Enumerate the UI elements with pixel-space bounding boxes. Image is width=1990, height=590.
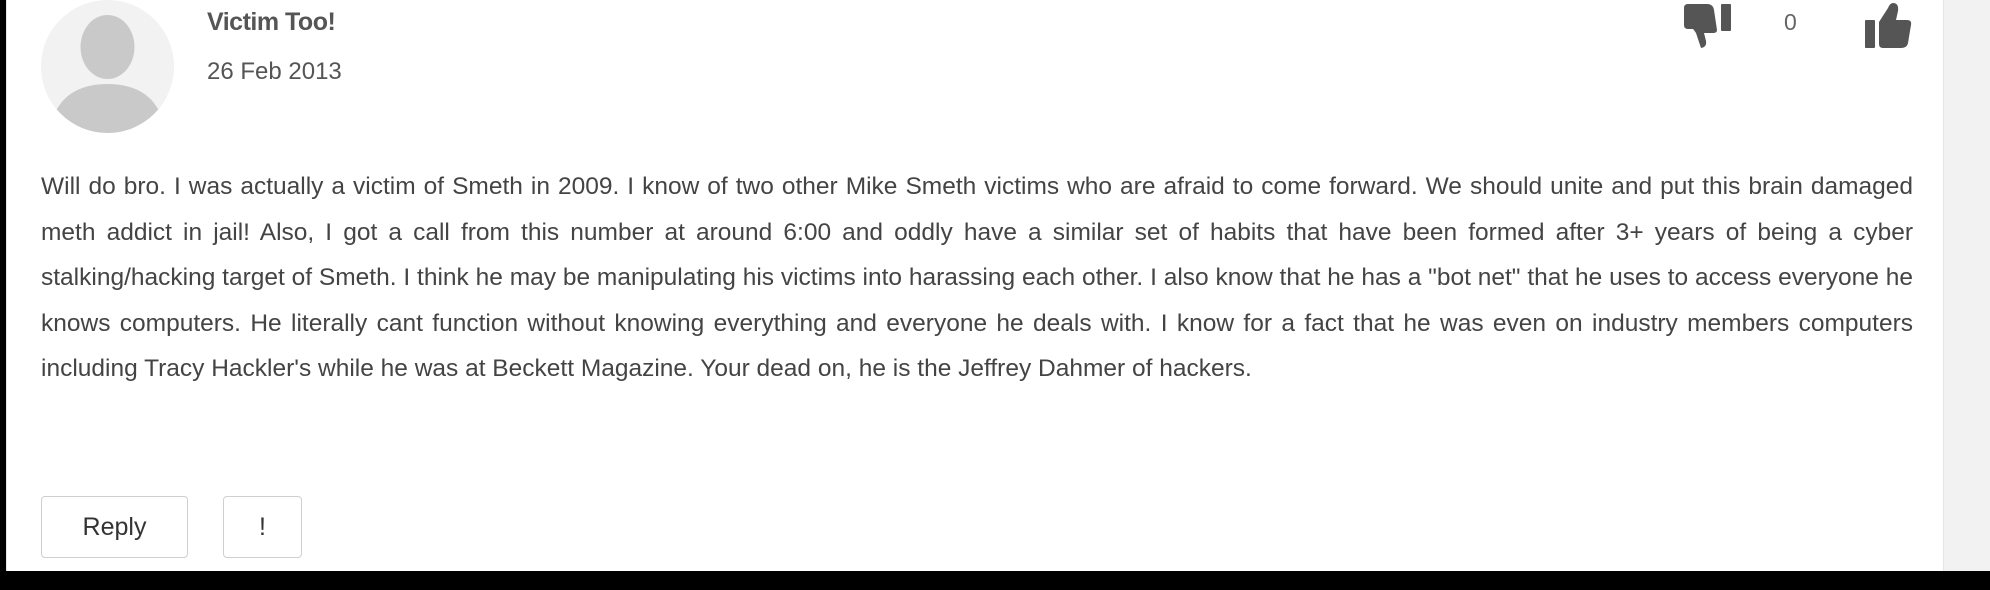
thumbs-down-icon[interactable]	[1682, 2, 1734, 50]
vote-count: 0	[1784, 9, 1797, 35]
reply-button[interactable]: Reply	[41, 496, 188, 558]
page: Victim Too! 26 Feb 2013 0 Will do bro. I…	[0, 0, 1990, 590]
comment-date: 26 Feb 2013	[207, 58, 342, 85]
comment-card: Victim Too! 26 Feb 2013 0 Will do bro. I…	[6, 0, 1944, 571]
default-user-avatar-icon	[41, 0, 174, 133]
thumbs-up-icon[interactable]	[1862, 0, 1914, 50]
page-gutter	[1944, 0, 1990, 571]
comment-body: Will do bro. I was actually a victim of …	[41, 173, 1913, 382]
report-button[interactable]: !	[223, 496, 302, 558]
comment-author: Victim Too!	[207, 8, 336, 36]
